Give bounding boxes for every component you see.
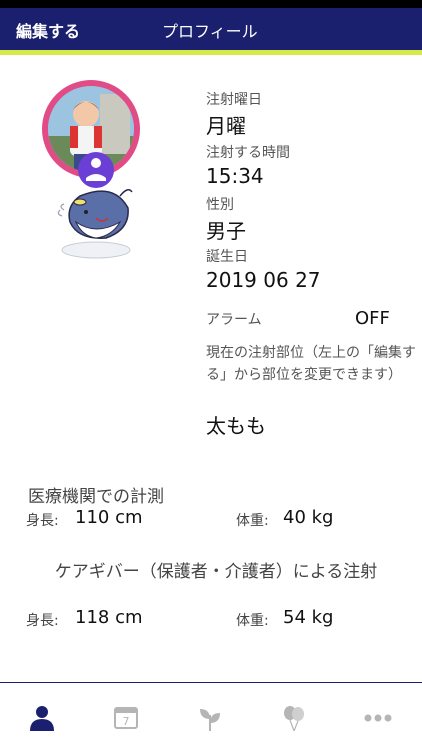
navigation-bar: 編集する プロフィール — [0, 8, 422, 50]
birthday-value: 2019 06 27 — [206, 268, 321, 292]
injection-day-value: 月曜 — [206, 114, 246, 138]
page-title: プロフィール — [162, 22, 258, 41]
caregiver-height-value: 118 cm — [75, 607, 143, 628]
mascot-image — [56, 152, 136, 262]
medical-weight-value: 40 kg — [283, 507, 334, 528]
tab-bar: 7 — [0, 682, 422, 751]
tab-more[interactable] — [336, 683, 420, 751]
calendar-icon: 7 — [114, 707, 138, 729]
gender-label: 性別 — [206, 197, 234, 213]
injection-time-value: 15:34 — [206, 164, 264, 188]
balloons-icon — [284, 706, 304, 731]
tab-profile[interactable] — [0, 683, 84, 751]
tab-balloons[interactable] — [252, 683, 336, 751]
sprout-icon — [200, 709, 220, 731]
more-icon — [364, 714, 392, 722]
medical-height-label: 身長: — [26, 513, 59, 529]
accent-stripe — [0, 50, 422, 55]
injection-time-label: 注射する時間 — [206, 145, 290, 161]
tab-growth[interactable] — [168, 683, 252, 751]
caregiver-section-title: ケアギバー（保護者・介護者）による注射 — [54, 562, 378, 582]
medical-weight-label: 体重: — [236, 513, 269, 529]
status-bar — [0, 0, 422, 8]
injection-day-label: 注射曜日 — [206, 92, 262, 108]
birthday-label: 誕生日 — [206, 249, 248, 265]
medical-height-value: 110 cm — [75, 507, 143, 528]
caregiver-weight-value: 54 kg — [283, 607, 334, 628]
calendar-day-number: 7 — [123, 715, 130, 728]
alarm-label: アラーム — [206, 312, 262, 328]
edit-button[interactable]: 編集する — [16, 18, 80, 42]
gender-value: 男子 — [206, 219, 246, 243]
tab-calendar[interactable]: 7 — [84, 683, 168, 751]
injection-site-note: 現在の注射部位（左上の「編集する」から部位を変更できます） — [206, 345, 416, 383]
alarm-toggle[interactable]: OFF — [355, 308, 390, 329]
caregiver-height-label: 身長: — [26, 613, 59, 629]
injection-site-value: 太もも — [206, 414, 266, 438]
caregiver-weight-label: 体重: — [236, 613, 269, 629]
person-icon — [30, 706, 54, 731]
medical-section-title: 医療機関での計測 — [28, 487, 164, 507]
